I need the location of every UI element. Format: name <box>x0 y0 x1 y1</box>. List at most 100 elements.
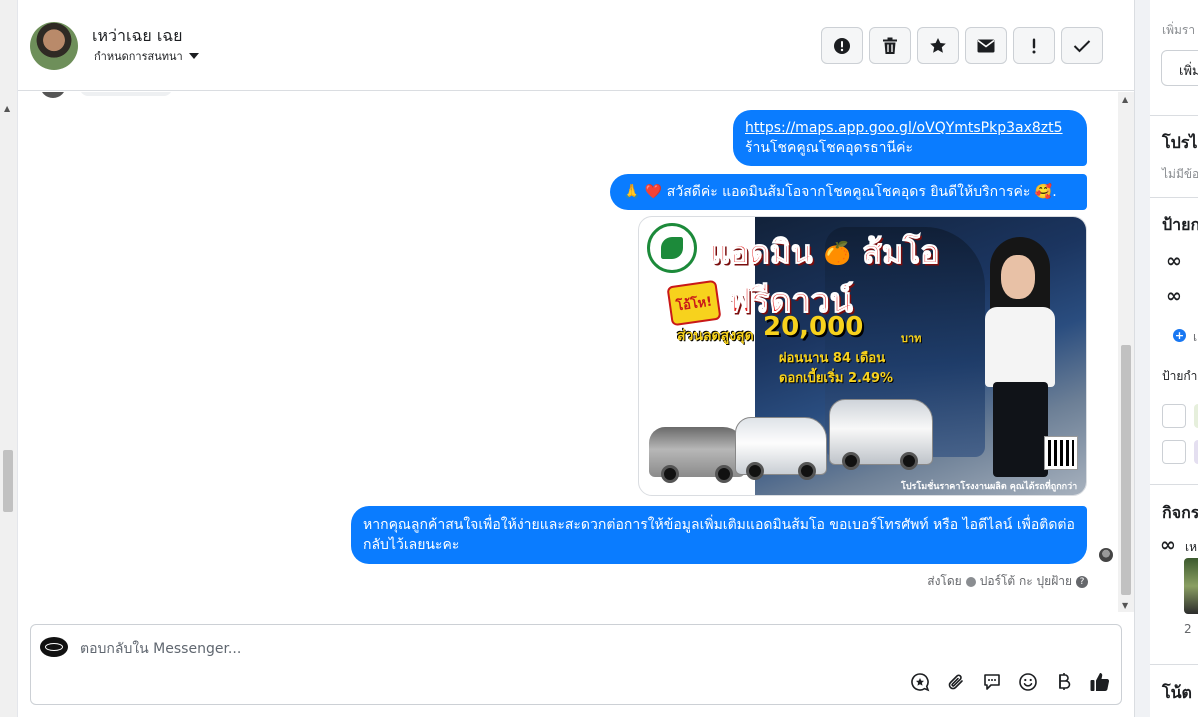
greeting-emoji: 🙏 ❤️ <box>623 184 663 200</box>
sent-by-info: ส่งโดย ปอร์โต้ กะ ปุยฝ้าย ? <box>927 572 1088 591</box>
message-template-button[interactable] <box>981 671 1003 693</box>
alert-circle-icon <box>834 37 850 54</box>
sedan-car-graphic <box>649 427 745 483</box>
assign-conversation-label: กำหนดการสนทนา <box>94 50 183 63</box>
page-scrollbar-thumb[interactable] <box>3 450 13 512</box>
verified-icon <box>965 576 976 587</box>
notes-heading: โน้ต <box>1162 683 1192 702</box>
conversation-header: เหว่าเฉย เฉย กำหนดการสนทนา <box>18 0 1134 91</box>
caret-down-icon <box>188 53 199 59</box>
message-text: หากคุณลูกค้าสนใจเพื่อให้ง่ายและสะดวกต่อก… <box>363 517 1075 553</box>
saved-reply-button[interactable] <box>909 671 931 693</box>
scroll-up-arrow-icon[interactable]: ▲ <box>4 104 10 113</box>
saved-reply-icon <box>911 673 930 692</box>
send-like-button[interactable] <box>1089 671 1111 693</box>
labels-heading: ป้ายก <box>1162 215 1198 234</box>
promo-discount-label: ส่วนลดสูงสุด <box>677 328 754 344</box>
promo-discount-unit: บาท <box>901 332 922 345</box>
baht-icon <box>1059 673 1071 690</box>
profile-note: ไม่มีข้อ <box>1162 167 1198 181</box>
delete-button[interactable] <box>869 27 911 64</box>
sidebar-separator <box>1150 115 1198 116</box>
sidebar-separator <box>1150 664 1198 665</box>
meta-icon: ∞ <box>1166 250 1182 272</box>
activity-count: 2 <box>1184 622 1192 636</box>
message-bubble[interactable]: หากคุณลูกค้าสนใจเพื่อให้ง่ายและสะดวกต่อก… <box>351 506 1087 564</box>
check-icon <box>1073 39 1091 52</box>
thread-scrollbar[interactable]: ▲ ▼ <box>1118 92 1134 612</box>
smile-emoji: 🥰. <box>1034 184 1057 200</box>
payment-button[interactable] <box>1053 671 1075 693</box>
thread-scrollbar-thumb[interactable] <box>1121 345 1131 595</box>
mark-unread-button[interactable] <box>965 27 1007 64</box>
thumbs-up-icon <box>1090 673 1110 691</box>
meta-icon: ∞ <box>1160 534 1176 556</box>
attachment-icon <box>948 674 963 690</box>
label-tag <box>1194 404 1198 428</box>
sidebar-divider <box>1134 0 1150 717</box>
food-icon: 🍊 <box>823 241 852 267</box>
previous-message-avatar <box>40 92 66 98</box>
label-checkbox[interactable] <box>1162 404 1186 428</box>
inbox-conversation-view: ▲ เหว่าเฉย เฉย กำหนดการสนทนา https://map… <box>0 0 1198 717</box>
map-link[interactable]: https://maps.app.goo.gl/oVQYmtsPkp3ax8zt… <box>745 118 1075 138</box>
activity-thumbnail[interactable] <box>1184 558 1198 614</box>
previous-message-bubble <box>80 92 172 96</box>
chat-bubble-icon <box>984 674 1000 690</box>
add-label-text[interactable]: เ <box>1193 328 1197 347</box>
labels-subheading: ป้ายกำ <box>1162 369 1198 383</box>
composer-tools <box>909 671 1111 693</box>
reply-composer[interactable]: ตอบกลับใน Messenger... <box>30 624 1122 705</box>
trash-icon <box>883 37 897 54</box>
sent-by-name[interactable]: ปอร์โต้ กะ ปุยฝ้าย <box>980 572 1072 591</box>
message-thread[interactable]: https://maps.app.goo.gl/oVQYmtsPkp3ax8zt… <box>18 92 1118 612</box>
contact-name[interactable]: เหว่าเฉย เฉย <box>92 24 183 49</box>
mark-done-button[interactable] <box>1061 27 1103 64</box>
follow-up-button[interactable] <box>1013 27 1055 64</box>
contact-avatar[interactable] <box>30 22 78 70</box>
assign-conversation-dropdown[interactable]: กำหนดการสนทนา <box>94 47 199 65</box>
scroll-down-arrow-icon[interactable]: ▼ <box>1122 601 1128 610</box>
promo-image[interactable]: แอดมิน 🍊 ส้มโอ โอ้โห! ฟรีดาวน์ ส่วนลดสูง… <box>638 216 1087 496</box>
label-tag <box>1194 440 1198 464</box>
profile-heading: โปรไ <box>1162 133 1198 152</box>
scroll-up-arrow-icon[interactable]: ▲ <box>1122 95 1128 104</box>
sidebar-separator <box>1150 197 1198 198</box>
promo-installment: ผ่อนนาน 84 เดือน <box>779 351 886 366</box>
activity-item[interactable]: เห <box>1185 538 1197 557</box>
emoji-icon <box>1019 673 1037 691</box>
envelope-icon <box>977 39 995 52</box>
promo-headline: แอดมิน 🍊 ส้มโอ <box>709 233 940 272</box>
mark-spam-button[interactable] <box>821 27 863 64</box>
attach-file-button[interactable] <box>945 671 967 693</box>
reply-input[interactable]: ตอบกลับใน Messenger... <box>80 638 241 660</box>
contact-details-sidebar: เพิ่มรา เพิ่ม โปรไ ไม่มีข้อ ป้ายก ∞ ∞ + … <box>1150 0 1198 717</box>
add-button[interactable]: เพิ่ม <box>1161 50 1198 86</box>
sent-by-prefix: ส่งโดย <box>927 574 962 588</box>
promo-rate: ดอกเบี้ยเริ่ม 2.49% <box>779 371 894 386</box>
emoji-button[interactable] <box>1017 671 1039 693</box>
read-receipt-avatar <box>1099 548 1113 562</box>
label-checkbox[interactable] <box>1162 440 1186 464</box>
help-icon[interactable]: ? <box>1076 575 1088 588</box>
add-hint-text: เพิ่มรา <box>1162 23 1196 37</box>
star-icon <box>930 37 946 53</box>
promo-footer: โปรโมชั่นราคาโรงงานผลิต คุณได้รถที่ถูกกว… <box>901 482 1078 492</box>
exclamation-icon <box>1032 38 1036 53</box>
message-text: สวัสดีค่ะ แอดมินส้มโอจากโชคคูณโชคอุดร ยิ… <box>666 184 1031 200</box>
message-text: ร้านโชคคูณโชคอุดรธานีค่ะ <box>745 140 913 156</box>
header-actions <box>821 27 1103 64</box>
message-bubble[interactable]: 🙏 ❤️ สวัสดีค่ะ แอดมินส้มโอจากโชคคูณโชคอุ… <box>610 174 1087 210</box>
message-bubble[interactable]: https://maps.app.goo.gl/oVQYmtsPkp3ax8zt… <box>733 110 1087 166</box>
page-scrollbar[interactable]: ▲ <box>0 0 18 717</box>
page-logo <box>40 637 68 657</box>
meta-icon: ∞ <box>1166 285 1182 307</box>
promo-discount-amount: 20,000 <box>763 312 864 342</box>
activity-heading: กิจกร <box>1162 503 1198 522</box>
cargo-truck-graphic <box>829 399 933 470</box>
qr-code <box>1044 436 1078 470</box>
dealer-logo <box>647 223 697 273</box>
add-label-icon[interactable]: + <box>1173 329 1186 342</box>
star-button[interactable] <box>917 27 959 64</box>
promo-badge: โอ้โห! <box>666 279 722 327</box>
